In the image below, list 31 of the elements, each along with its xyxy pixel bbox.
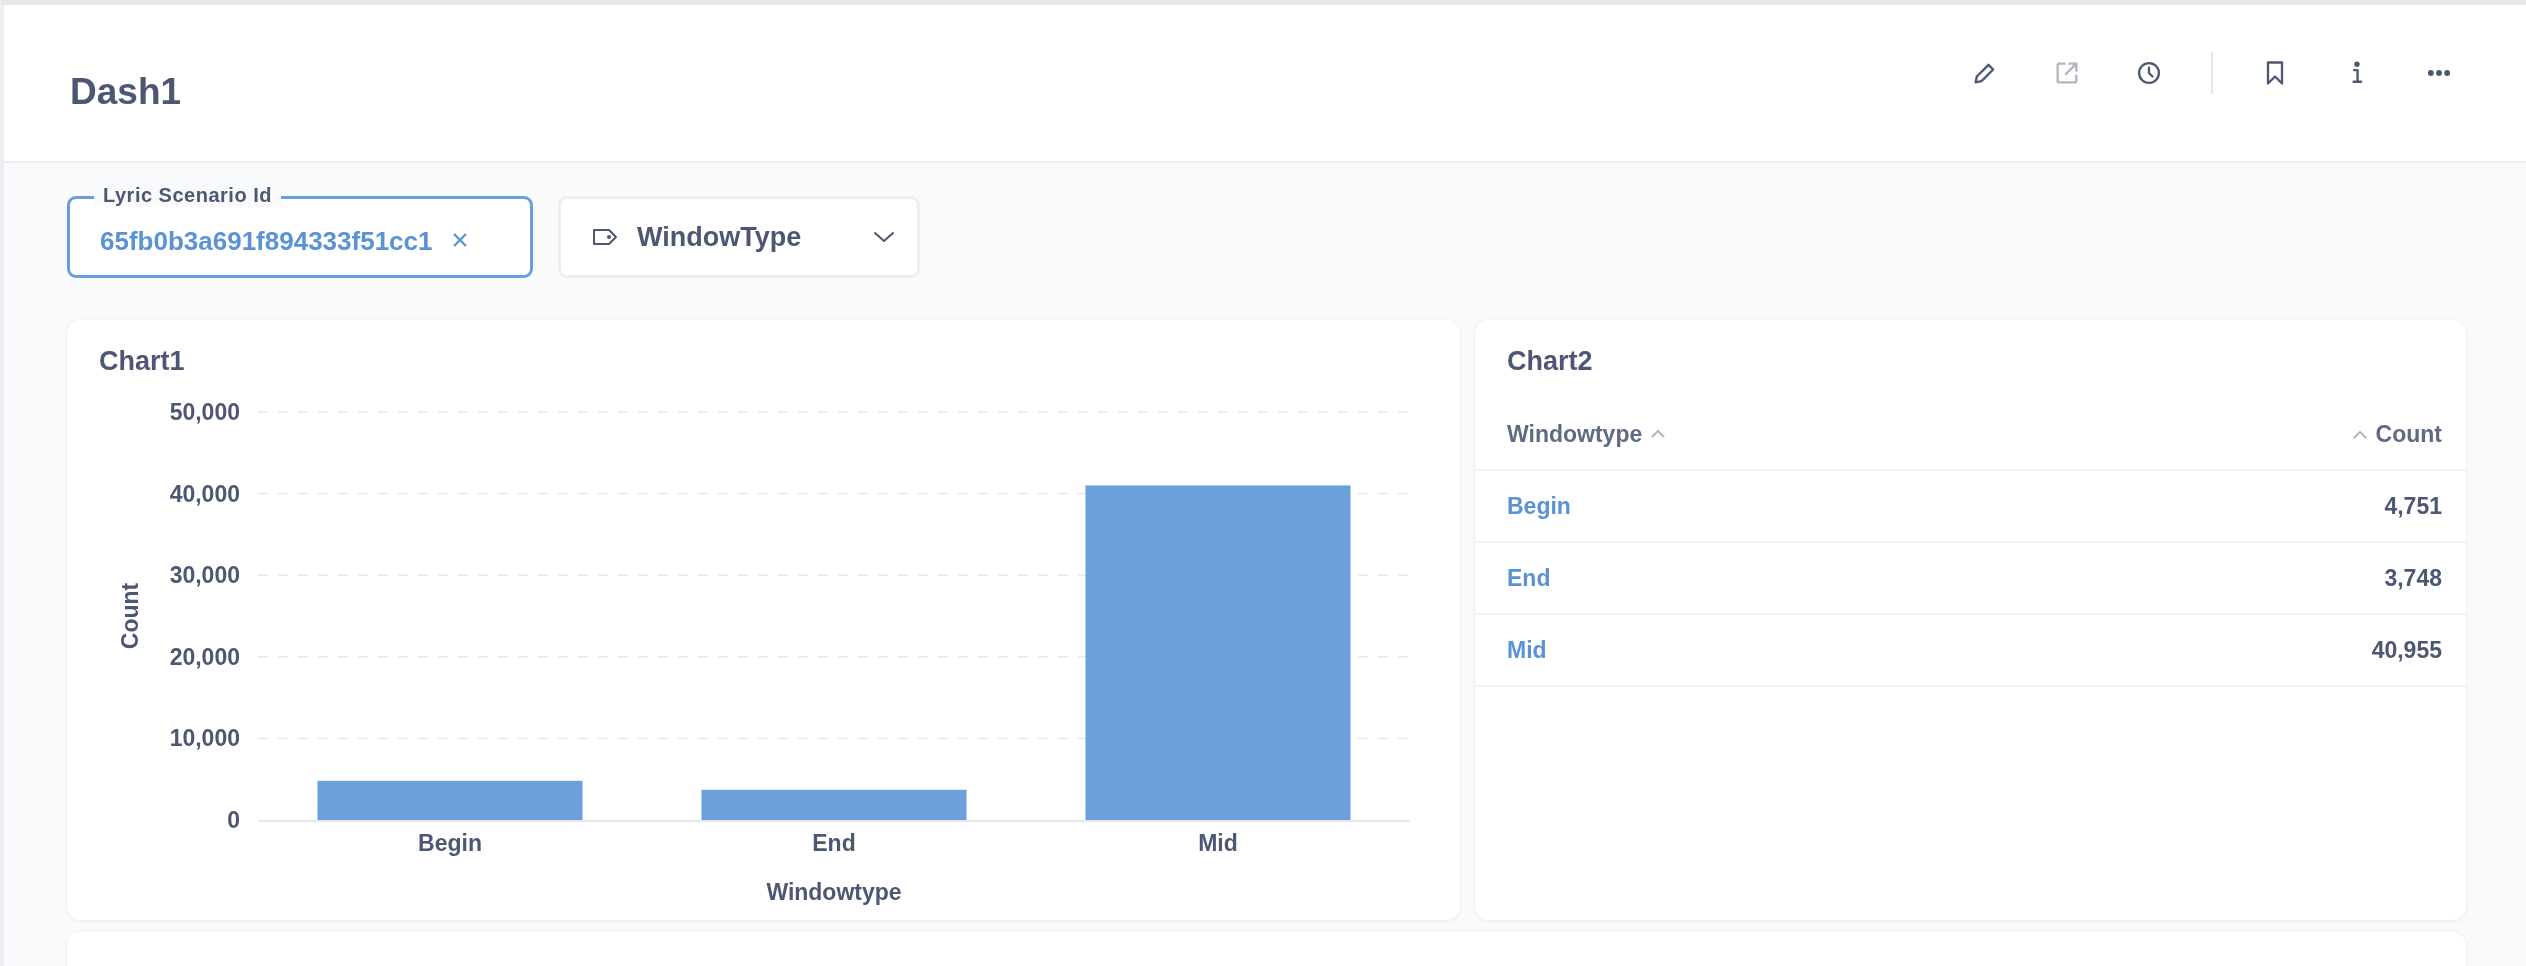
y-tick-label: 20,000 bbox=[169, 643, 240, 670]
x-tick-label: End bbox=[812, 830, 856, 856]
y-tick-label: 50,000 bbox=[169, 399, 240, 425]
filter-label: Lyric Scenario Id bbox=[94, 184, 281, 207]
filter-dropdown[interactable]: WindowType bbox=[558, 196, 920, 278]
dashboard-title: Dash1 bbox=[70, 71, 183, 113]
y-axis-title: Count bbox=[117, 582, 143, 650]
y-tick-label: 10,000 bbox=[169, 725, 240, 752]
chevron-down-icon bbox=[873, 230, 895, 244]
column-header[interactable]: Windowtype bbox=[1507, 420, 1643, 448]
y-tick-label: 40,000 bbox=[169, 480, 240, 507]
table-cell: 40,955 bbox=[2371, 636, 2442, 663]
y-tick-label: 0 bbox=[227, 807, 240, 833]
x-tick-label: Mid bbox=[1198, 830, 1238, 856]
tag-icon bbox=[591, 226, 619, 248]
x-tick-label: Begin bbox=[418, 830, 482, 856]
table-link[interactable]: Mid bbox=[1507, 636, 1547, 663]
sort-icon bbox=[2351, 428, 2368, 441]
y-tick-label: 30,000 bbox=[169, 562, 240, 589]
close-icon[interactable] bbox=[452, 232, 469, 248]
card-title: Chart2 bbox=[1506, 345, 1593, 377]
sort-icon bbox=[1650, 428, 1667, 440]
card-title: Chart1 bbox=[98, 345, 185, 377]
x-axis-title: Windowtype bbox=[766, 879, 902, 905]
clock-icon[interactable] bbox=[2135, 59, 2163, 87]
filter-value: 65fb0b3a691f894333f51cc1 bbox=[100, 225, 433, 257]
table-cell: 3,748 bbox=[2384, 564, 2442, 591]
table-link[interactable]: Begin bbox=[1507, 492, 1571, 519]
table-link[interactable]: End bbox=[1507, 564, 1551, 591]
column-header[interactable]: Count bbox=[2375, 421, 2442, 449]
table-cell: 4,751 bbox=[2384, 492, 2442, 519]
